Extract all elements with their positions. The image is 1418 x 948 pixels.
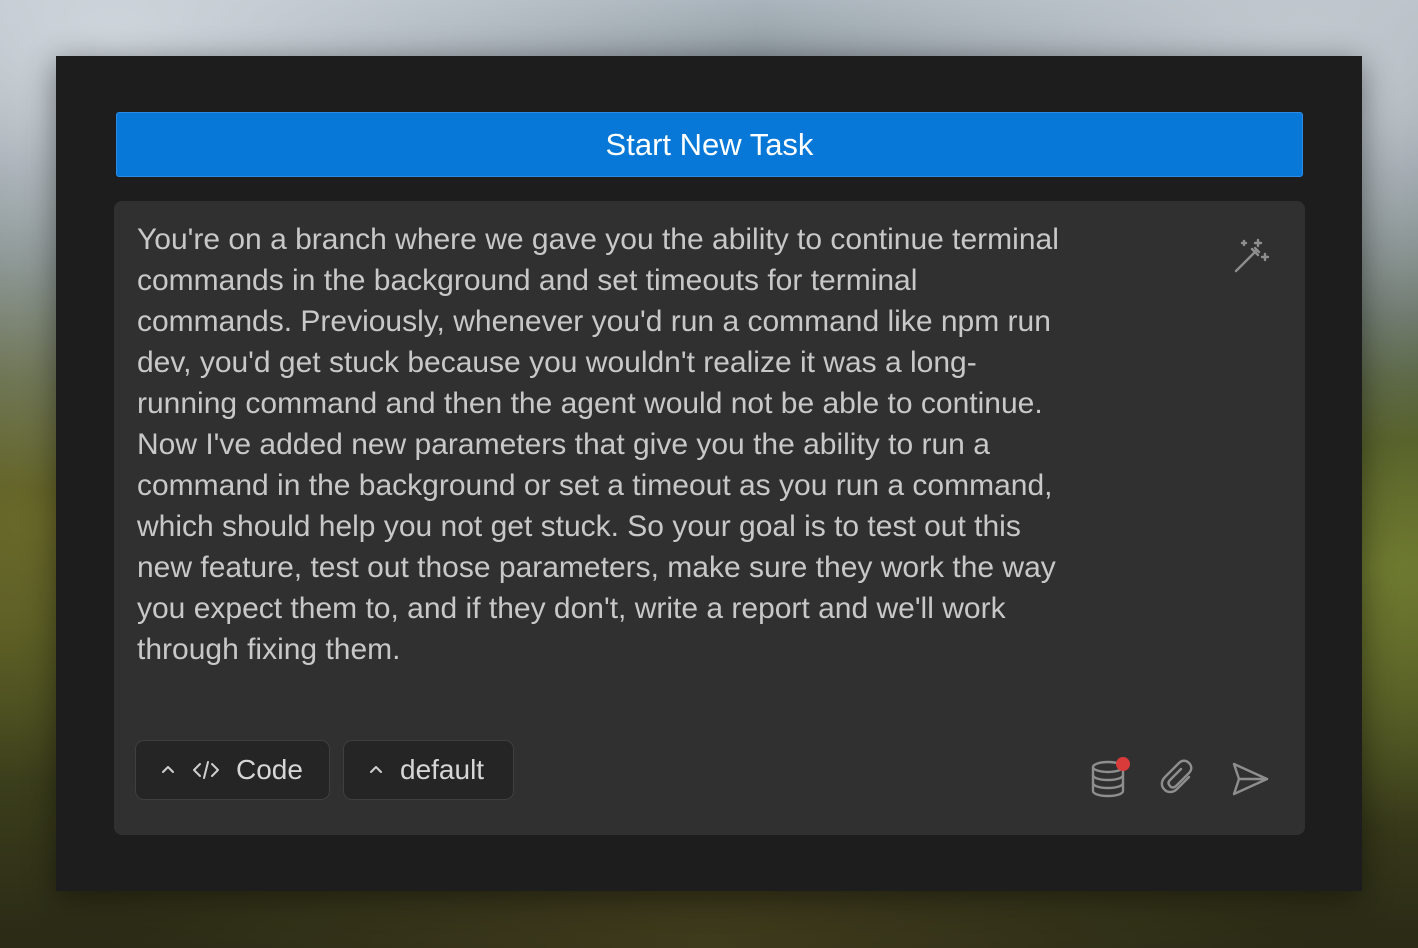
- attach-button[interactable]: [1157, 757, 1201, 801]
- task-panel: Start New Task You're on a branch where …: [56, 56, 1362, 891]
- magic-wand-icon: [1234, 238, 1270, 273]
- mode-selector[interactable]: Code: [135, 740, 330, 800]
- profile-label: default: [400, 754, 485, 785]
- send-icon: [1232, 762, 1269, 796]
- enhance-prompt-button[interactable]: [1228, 235, 1272, 279]
- chevron-up-icon: [366, 760, 386, 780]
- task-composer[interactable]: You're on a branch where we gave you the…: [114, 201, 1305, 835]
- send-button[interactable]: [1228, 757, 1272, 801]
- profile-selector[interactable]: default: [343, 740, 514, 800]
- code-icon: [192, 759, 220, 781]
- database-button[interactable]: [1086, 757, 1130, 801]
- start-new-task-label: Start New Task: [605, 126, 814, 162]
- task-input-text[interactable]: You're on a branch where we gave you the…: [137, 219, 1215, 670]
- mode-label: Code: [236, 754, 303, 785]
- paperclip-icon: [1160, 759, 1193, 794]
- chevron-up-icon: [158, 760, 178, 780]
- notification-dot: [1116, 757, 1130, 771]
- start-new-task-button[interactable]: Start New Task: [116, 112, 1303, 177]
